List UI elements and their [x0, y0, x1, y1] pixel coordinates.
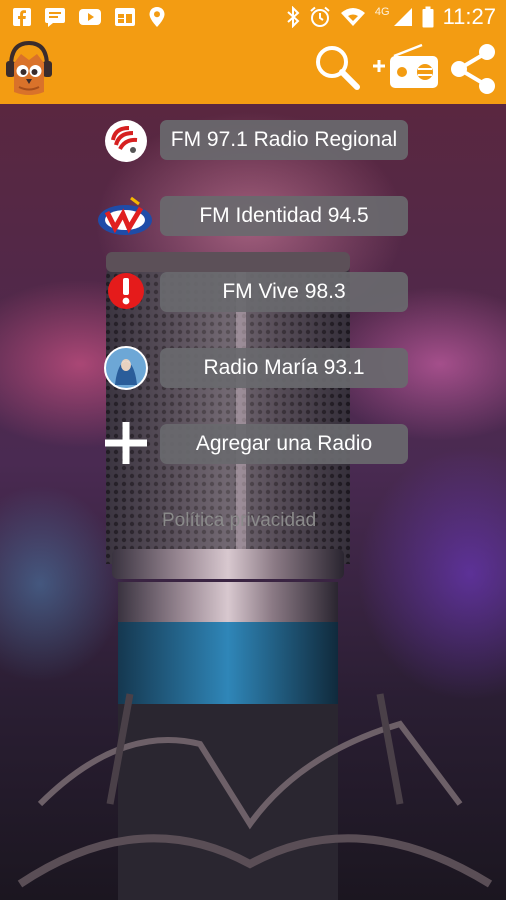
station-list: FM 97.1 Radio Regional FM Identidad 94.5…	[0, 0, 506, 900]
vive-exclamation-logo[interactable]	[103, 268, 149, 314]
add-radio-button[interactable]: Agregar una Radio	[160, 424, 408, 464]
station-button-3[interactable]: FM Vive 98.3	[160, 272, 408, 312]
identidad-logo[interactable]	[97, 194, 153, 240]
station-button-2[interactable]: FM Identidad 94.5	[160, 196, 408, 236]
radio-regional-logo[interactable]	[103, 118, 149, 164]
station-button-4[interactable]: Radio María 93.1	[160, 348, 408, 388]
plus-icon[interactable]	[103, 420, 149, 466]
privacy-policy-link[interactable]: Política privacidad	[162, 510, 316, 532]
radio-maria-logo[interactable]	[103, 345, 149, 391]
station-button-1[interactable]: FM 97.1 Radio Regional	[160, 120, 408, 160]
